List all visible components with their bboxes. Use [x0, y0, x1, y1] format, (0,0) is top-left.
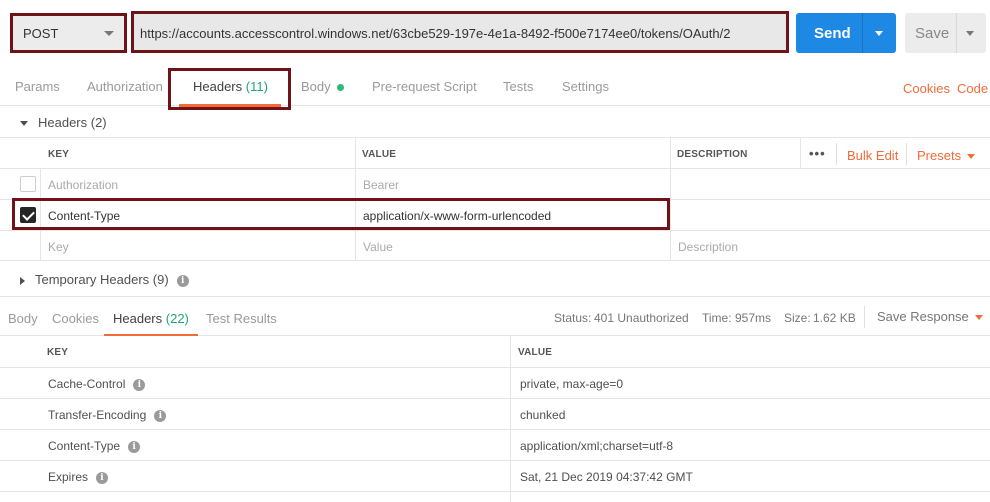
presets-label: Presets	[917, 148, 962, 163]
chevron-down-icon	[967, 154, 976, 160]
new-key-input[interactable]: Key	[48, 240, 69, 254]
tab-response-headers[interactable]: Headers (22)	[113, 311, 189, 326]
response-header-value: application/xml;charset=utf-8	[520, 439, 674, 453]
tab-test-results[interactable]: Test Results	[206, 311, 277, 326]
tab-response-cookies[interactable]: Cookies	[52, 311, 99, 326]
response-tabs: Body Cookies Headers (22) Test Results S…	[0, 296, 990, 336]
more-options-icon[interactable]: •••	[809, 146, 826, 161]
info-icon[interactable]: i	[176, 274, 189, 287]
column-divider	[670, 137, 671, 261]
save-label: Save	[915, 25, 950, 42]
response-header-key: Transfer-Encoding i	[48, 408, 167, 422]
chevron-down-icon	[974, 315, 983, 321]
send-label: Send	[814, 25, 851, 42]
url-value: https://accounts.accesscontrol.windows.n…	[140, 26, 731, 41]
new-value-input[interactable]: Value	[363, 240, 393, 254]
tab-tests[interactable]: Tests	[503, 79, 533, 94]
tab-authorization[interactable]: Authorization	[87, 79, 163, 94]
table-header-row: KEY VALUE DESCRIPTION ••• Bulk Edit Pres…	[0, 137, 990, 168]
table-row: Cache-Control i private, max-age=0	[0, 367, 990, 398]
separator	[836, 143, 837, 165]
info-icon[interactable]: i	[133, 378, 146, 391]
header-value[interactable]: Bearer	[363, 178, 399, 192]
method-select[interactable]: POST	[10, 13, 127, 53]
send-divider	[862, 13, 863, 53]
new-description-input[interactable]: Description	[678, 240, 738, 254]
response-header-key: Expires i	[48, 470, 109, 484]
expand-triangle-icon	[20, 276, 25, 285]
code-link[interactable]: Code	[957, 81, 988, 96]
time-value: 957ms	[735, 311, 772, 325]
size-label: Size:	[784, 311, 811, 325]
request-bar: POST https://accounts.accesscontrol.wind…	[0, 0, 990, 66]
method-value: POST	[23, 26, 59, 41]
tab-response-body[interactable]: Body	[8, 311, 38, 326]
tab-params[interactable]: Params	[15, 79, 60, 94]
response-header-value: Sat, 21 Dec 2019 04:37:42 GMT	[520, 470, 693, 484]
table-row: Authorization Bearer	[0, 168, 990, 199]
send-button[interactable]: Send	[796, 13, 896, 53]
table-header-row: KEY VALUE	[0, 336, 990, 367]
tab-response-headers-count: (22)	[165, 311, 189, 326]
temporary-headers-title: Temporary Headers (9)	[35, 272, 169, 287]
separator	[906, 143, 907, 165]
save-response-label: Save Response	[877, 309, 969, 324]
tab-settings[interactable]: Settings	[562, 79, 609, 94]
status-value: 401 Unauthorized	[594, 311, 689, 325]
save-options-chevron-icon[interactable]	[966, 31, 974, 36]
save-button[interactable]: Save	[905, 13, 986, 53]
tab-body[interactable]: Body	[301, 79, 344, 94]
chevron-down-icon	[104, 31, 114, 36]
table-row: Expires i Sat, 21 Dec 2019 04:37:42 GMT	[0, 460, 990, 491]
info-icon[interactable]: i	[128, 440, 141, 453]
tab-pre-request-script[interactable]: Pre-request Script	[372, 79, 477, 94]
headers-section-toggle[interactable]: Headers (2)	[20, 115, 107, 130]
collapse-triangle-icon	[20, 121, 28, 127]
status-label: Status:	[554, 311, 592, 325]
info-icon[interactable]: i	[154, 409, 167, 422]
table-row-new: Key Value Description	[0, 230, 990, 261]
active-tab-underline	[179, 104, 281, 107]
time-label: Time:	[702, 311, 732, 325]
cookies-link[interactable]: Cookies	[903, 81, 950, 96]
column-value: VALUE	[518, 347, 553, 358]
bulk-edit-link[interactable]: Bulk Edit	[847, 148, 898, 163]
url-input[interactable]: https://accounts.accesscontrol.windows.n…	[131, 11, 789, 53]
column-description: DESCRIPTION	[677, 149, 748, 160]
size-value: 1.62 KB	[813, 311, 856, 325]
column-key: KEY	[48, 149, 70, 160]
table-row: Transfer-Encoding i chunked	[0, 398, 990, 429]
request-tabs: Params Authorization Headers (11) Body P…	[0, 66, 990, 106]
header-key[interactable]: Authorization	[48, 178, 118, 192]
info-icon[interactable]: i	[96, 471, 109, 484]
response-header-key: Cache-Control i	[48, 377, 146, 391]
presets-dropdown[interactable]: Presets	[917, 148, 976, 163]
column-key: KEY	[47, 347, 69, 358]
temporary-headers-toggle[interactable]: Temporary Headers (9) i	[20, 272, 189, 287]
column-divider	[510, 336, 511, 502]
content-type-row-highlight	[12, 198, 670, 230]
response-header-value: chunked	[520, 408, 566, 422]
row-enable-checkbox[interactable]	[20, 176, 36, 192]
body-indicator-dot-icon	[336, 84, 344, 92]
send-options-chevron-icon[interactable]	[875, 31, 883, 36]
save-divider	[956, 13, 957, 53]
separator	[864, 306, 865, 328]
tab-body-label: Body	[301, 79, 331, 94]
headers-tab-highlight	[168, 68, 291, 110]
response-header-value: private, max-age=0	[520, 377, 624, 391]
table-row: Content-Type i application/xml;charset=ut…	[0, 429, 990, 460]
headers-section-title: Headers (2)	[38, 115, 107, 130]
table-row-partial	[0, 491, 990, 502]
tab-response-headers-label: Headers	[113, 311, 163, 326]
column-value: VALUE	[362, 149, 397, 160]
save-response-button[interactable]: Save Response	[877, 309, 983, 324]
column-divider	[800, 137, 801, 168]
response-header-key: Content-Type i	[48, 439, 141, 453]
